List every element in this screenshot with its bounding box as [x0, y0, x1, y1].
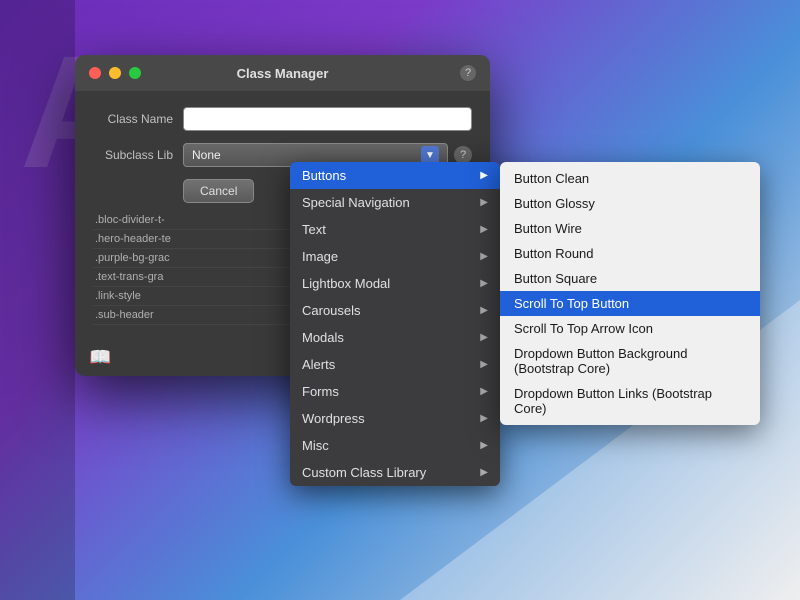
menu-item-lightbox-modal[interactable]: Lightbox Modal ▶ — [290, 270, 500, 297]
window-title: Class Manager — [237, 66, 329, 81]
submenu-arrow-icon: ▶ — [480, 305, 488, 316]
submenu-arrow-icon: ▶ — [480, 440, 488, 451]
menu-item-special-navigation[interactable]: Special Navigation ▶ — [290, 189, 500, 216]
menu-item-image[interactable]: Image ▶ — [290, 243, 500, 270]
submenu-item-scroll-top-arrow[interactable]: Scroll To Top Arrow Icon — [500, 316, 760, 341]
submenu-item-button-wire[interactable]: Button Wire — [500, 216, 760, 241]
menu-item-modals[interactable]: Modals ▶ — [290, 324, 500, 351]
subclass-lib-label: Subclass Lib — [93, 148, 173, 162]
submenu-item-button-square[interactable]: Button Square — [500, 266, 760, 291]
class-name-label: Class Name — [93, 112, 173, 126]
close-button[interactable] — [89, 67, 101, 79]
submenu-arrow-icon: ▶ — [480, 413, 488, 424]
submenu-item-button-glossy[interactable]: Button Glossy — [500, 191, 760, 216]
menu-item-text[interactable]: Text ▶ — [290, 216, 500, 243]
menu-item-alerts[interactable]: Alerts ▶ — [290, 351, 500, 378]
menu-item-custom-class-library[interactable]: Custom Class Library ▶ — [290, 459, 500, 486]
submenu-arrow-icon: ▶ — [480, 224, 488, 235]
buttons-submenu: Button Clean Button Glossy Button Wire B… — [500, 162, 760, 425]
minimize-button[interactable] — [109, 67, 121, 79]
submenu-item-dropdown-bg[interactable]: Dropdown Button Background (Bootstrap Co… — [500, 341, 760, 381]
submenu-arrow-icon: ▶ — [480, 278, 488, 289]
subclass-dropdown-menu: Buttons ▶ Special Navigation ▶ Text ▶ Im… — [290, 162, 500, 486]
background-sidebar — [0, 0, 75, 600]
title-help-button[interactable]: ? — [460, 65, 476, 81]
submenu-item-button-round[interactable]: Button Round — [500, 241, 760, 266]
submenu-arrow-icon: ▶ — [480, 251, 488, 262]
menu-item-misc[interactable]: Misc ▶ — [290, 432, 500, 459]
menu-item-buttons[interactable]: Buttons ▶ — [290, 162, 500, 189]
submenu-arrow-icon: ▶ — [480, 359, 488, 370]
menu-item-carousels[interactable]: Carousels ▶ — [290, 297, 500, 324]
class-name-row: Class Name — [93, 107, 472, 131]
submenu-arrow-icon: ▶ — [480, 386, 488, 397]
class-name-input[interactable] — [183, 107, 472, 131]
menu-item-forms[interactable]: Forms ▶ — [290, 378, 500, 405]
submenu-item-scroll-top-button[interactable]: Scroll To Top Button — [500, 291, 760, 316]
submenu-arrow-icon: ▶ — [480, 197, 488, 208]
submenu-arrow-icon: ▶ — [480, 332, 488, 343]
book-icon[interactable]: 📖 — [89, 347, 111, 368]
submenu-item-dropdown-links[interactable]: Dropdown Button Links (Bootstrap Core) — [500, 381, 760, 421]
window-titlebar: Class Manager ? — [75, 55, 490, 91]
menu-item-wordpress[interactable]: Wordpress ▶ — [290, 405, 500, 432]
submenu-arrow-icon: ▶ — [480, 170, 488, 181]
cancel-button[interactable]: Cancel — [183, 179, 254, 203]
maximize-button[interactable] — [129, 67, 141, 79]
submenu-arrow-icon: ▶ — [480, 467, 488, 478]
submenu-item-button-clean[interactable]: Button Clean — [500, 166, 760, 191]
